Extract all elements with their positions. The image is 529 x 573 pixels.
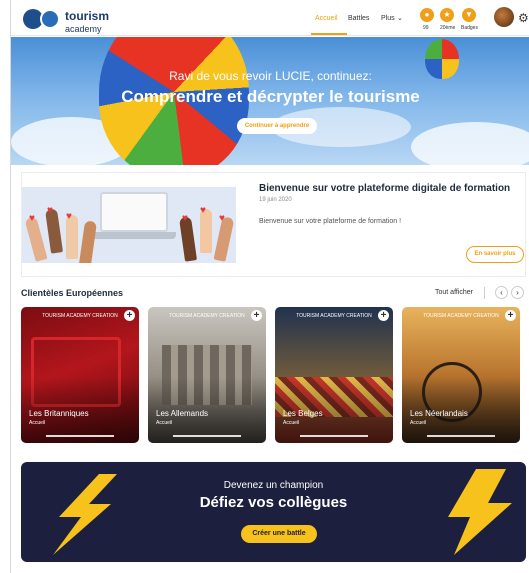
hand-illustration [24, 216, 48, 262]
tile-tag: TOURISM ACADEMY CREATION [423, 313, 499, 319]
tile-progress-bar [173, 435, 241, 437]
hero-title: Comprendre et décrypter le tourisme [121, 87, 420, 106]
nav-home[interactable]: Accueil [315, 15, 338, 22]
tile-subtitle: Accueil [156, 420, 173, 426]
logo-globe-icon-secondary [40, 9, 60, 29]
badge-icon[interactable]: ▼ [462, 8, 476, 22]
nav-active-indicator [311, 33, 347, 35]
tile-title: Les Néerlandais [410, 409, 468, 418]
learn-more-button[interactable]: En savoir plus [466, 246, 524, 263]
continue-learning-button[interactable]: Continuer à apprendre [237, 118, 317, 134]
add-icon[interactable]: + [378, 310, 389, 321]
tile-progress-bar [427, 435, 495, 437]
brand-logo[interactable]: tourism academy [65, 8, 109, 34]
tile-tag: TOURISM ACADEMY CREATION [296, 313, 372, 319]
add-icon[interactable]: + [251, 310, 262, 321]
add-icon[interactable]: + [505, 310, 516, 321]
brand-subname: academy [65, 24, 102, 34]
cloud-decoration [411, 122, 529, 165]
battle-banner: Devenez un champion Défiez vos collègues… [21, 462, 526, 562]
battle-subtitle: Devenez un champion [223, 480, 324, 491]
nav-more[interactable]: Plus [381, 15, 395, 22]
tile-subtitle: Accueil [29, 420, 46, 426]
top-navbar: tourism academy Accueil Battles Plus ⌄ ●… [11, 0, 529, 36]
hand-illustration [78, 220, 98, 263]
section-title: Clientèles Européennes [21, 288, 124, 298]
welcome-title[interactable]: Bienvenue sur votre plateforme digitale … [259, 183, 510, 194]
tile-progress-bar [46, 435, 114, 437]
chevron-right-icon[interactable]: › [511, 286, 524, 299]
course-tile-neerlandais[interactable]: TOURISM ACADEMY CREATION + Les Néerlanda… [402, 307, 520, 443]
hero-greeting: Ravi de vous revoir LUCIE, continuez: [169, 69, 372, 83]
tile-progress-bar [300, 435, 368, 437]
battle-title: Défiez vos collègues [199, 494, 348, 511]
tile-subtitle: Accueil [410, 420, 427, 426]
avatar[interactable] [494, 7, 514, 27]
brand-name: tourism [65, 9, 110, 23]
course-tile-belges[interactable]: TOURISM ACADEMY CREATION + Les Belges Ac… [275, 307, 393, 443]
tile-title: Les Belges [283, 409, 323, 418]
divider [484, 287, 485, 299]
badges-label: Badges [461, 25, 478, 31]
heart-icon: ♥ [47, 205, 53, 216]
welcome-illustration: ♥ ♥ ♥ ♥ ♥ ♥ [22, 187, 236, 263]
tile-tag: TOURISM ACADEMY CREATION [169, 313, 245, 319]
welcome-text: Bienvenue sur votre plateforme de format… [259, 218, 402, 225]
gear-icon[interactable]: ⚙ [518, 11, 529, 25]
chevron-down-icon[interactable]: ⌄ [397, 14, 403, 22]
tile-title: Les Allemands [156, 409, 209, 418]
chevron-left-icon[interactable]: ‹ [495, 286, 508, 299]
heart-icon: ♥ [219, 213, 225, 224]
heart-icon: ♥ [66, 211, 72, 222]
welcome-card: ♥ ♥ ♥ ♥ ♥ ♥ Bienvenue sur votre platefor… [21, 172, 526, 277]
points-label: 99 [423, 25, 429, 31]
points-icon[interactable]: ● [420, 8, 434, 22]
laptop-base [92, 232, 176, 239]
heart-icon: ♥ [29, 213, 35, 224]
tile-subtitle: Accueil [283, 420, 300, 426]
app-frame: tourism academy Accueil Battles Plus ⌄ ●… [10, 0, 529, 573]
rank-label: 20ème [440, 25, 456, 31]
welcome-date: 19 juin 2020 [259, 197, 292, 203]
nav-battles[interactable]: Battles [348, 15, 369, 22]
see-all-link[interactable]: Tout afficher [435, 289, 473, 296]
add-icon[interactable]: + [124, 310, 135, 321]
hero-banner: Ravi de vous revoir LUCIE, continuez: Co… [11, 37, 529, 165]
heart-icon: ♥ [200, 205, 206, 216]
heart-icon: ♥ [182, 213, 188, 224]
course-tile-britanniques[interactable]: TOURISM ACADEMY CREATION + Les Britanniq… [21, 307, 139, 443]
tile-tag: TOURISM ACADEMY CREATION [42, 313, 118, 319]
laptop-illustration [100, 192, 168, 232]
tile-title: Les Britanniques [29, 409, 89, 418]
rank-icon[interactable]: ★ [440, 8, 454, 22]
course-tile-allemands[interactable]: TOURISM ACADEMY CREATION + Les Allemands… [148, 307, 266, 443]
create-battle-button[interactable]: Créer une battle [241, 525, 317, 543]
